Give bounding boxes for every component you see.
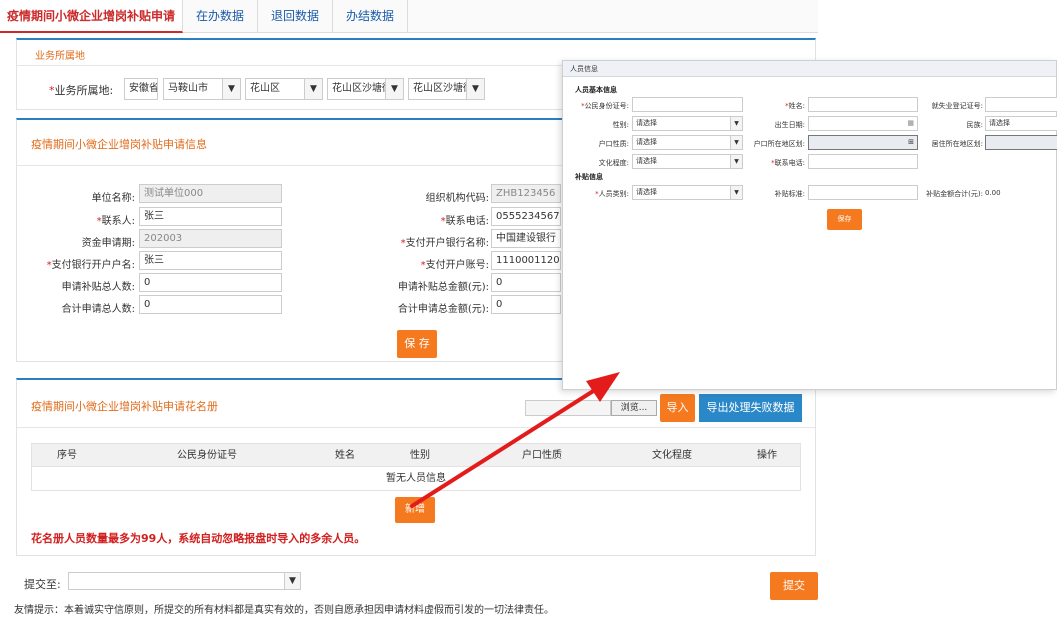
arrow-line: [410, 386, 600, 508]
annotation-arrow: [410, 372, 620, 508]
arrow-head: [586, 372, 620, 402]
